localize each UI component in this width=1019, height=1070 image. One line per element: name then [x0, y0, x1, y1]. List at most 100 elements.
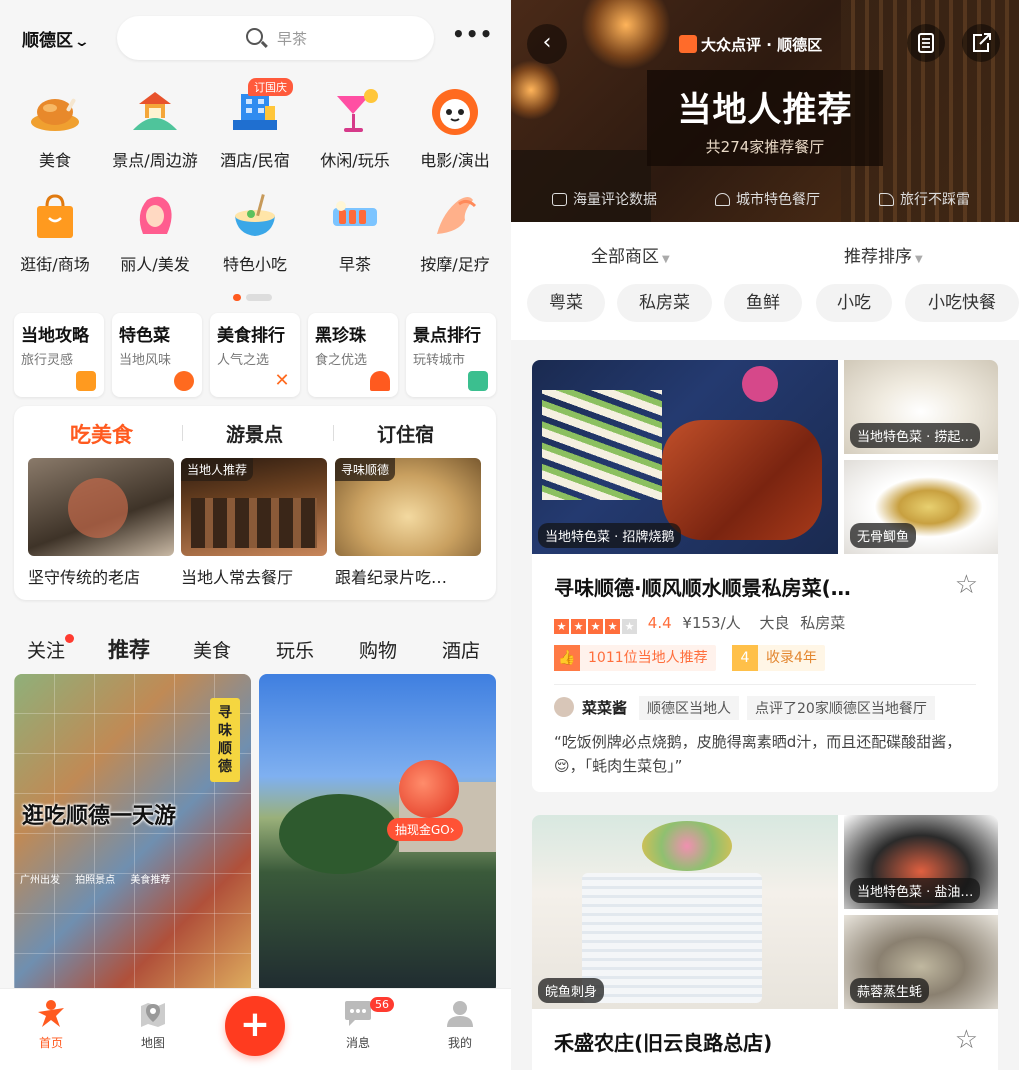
discover-card: 吃美食 游景点 订住宿 坚守传统的老店 当地人推荐 当地人常去餐厅 寻味顺德 跟…: [14, 406, 496, 600]
message-count-badge: 56: [370, 997, 394, 1012]
guide-card[interactable]: 当地攻略 旅行灵感: [14, 313, 104, 397]
favorite-star-icon[interactable]: ☆: [955, 570, 978, 600]
nav-map[interactable]: 地图: [123, 998, 183, 1051]
tab-recommend[interactable]: 推荐: [108, 634, 150, 668]
card-title: 景点排行: [413, 326, 481, 346]
rating-score: 4.4: [647, 614, 672, 632]
cuisine-pill[interactable]: 小吃: [816, 284, 892, 322]
thumbnail-caption[interactable]: 坚守传统的老店: [28, 564, 140, 588]
category-label: 按摩/足疗: [420, 255, 490, 274]
cuisine-pill[interactable]: 粤菜: [527, 284, 605, 322]
nav-home[interactable]: 首页: [21, 998, 81, 1051]
favorite-star-icon[interactable]: ☆: [955, 1025, 978, 1055]
search-icon: [246, 28, 263, 45]
tab-hotel[interactable]: 酒店: [442, 636, 480, 663]
category-label: 休闲/玩乐: [320, 151, 390, 170]
list-button[interactable]: [907, 24, 945, 62]
thumbnail-caption[interactable]: 跟着纪录片吃…: [335, 564, 447, 588]
thumbnail-tag: 当地人推荐: [181, 458, 254, 481]
share-button[interactable]: [962, 24, 1000, 62]
feature-travel: 旅行不踩雷: [879, 189, 970, 209]
pavilion-icon: [129, 86, 181, 138]
active-underline: [108, 662, 150, 668]
filter-bar: [511, 222, 1019, 340]
category-morning-tea[interactable]: 早茶: [305, 190, 405, 275]
nav-profile[interactable]: 我的: [430, 998, 490, 1051]
category-hotel[interactable]: 酒店/民宿: [205, 86, 305, 171]
red-packet-icon[interactable]: [399, 760, 459, 818]
add-post-button[interactable]: +: [225, 996, 285, 1056]
tab-follow[interactable]: 关注: [27, 634, 75, 663]
card-subtitle: 旅行灵感: [21, 353, 74, 368]
restaurant-card[interactable]: 当地特色菜 · 招牌烧鹅 当地特色菜 · 捞起… 无骨鲫鱼 寻味顺德·顺风顺水顺…: [532, 360, 998, 792]
cuisine-pill[interactable]: 小吃快餐: [905, 284, 1019, 322]
restaurant-card[interactable]: 皖鱼刺身 当地特色菜 · 盐油… 蒜蓉蒸生蚝 禾盛农庄(旧云良路总店) ☆: [532, 815, 998, 1070]
tab-stay[interactable]: 订住宿: [377, 420, 434, 447]
tab-sights[interactable]: 游景点: [226, 420, 283, 447]
image-label: 当地特色菜 · 盐油…: [850, 878, 981, 903]
rating-row: ★ ★ ★ ★ ★ 4.4 ¥153/人 大良 私房菜: [554, 612, 845, 634]
black-pearl-card[interactable]: 黑珍珠 食之优选: [308, 313, 398, 397]
search-placeholder: 早茶: [277, 30, 308, 48]
documentary-thumbnail[interactable]: 寻味顺德: [335, 458, 481, 556]
massage-hand-icon: [429, 190, 481, 242]
card-subtitle: 食之优选: [315, 353, 368, 368]
category-snacks[interactable]: 特色小吃: [205, 190, 305, 275]
feature-label: 海量评论数据: [573, 192, 657, 208]
category-shopping[interactable]: 逛街/商场: [5, 190, 105, 275]
claypot-photo: 当地特色菜 · 盐油…: [844, 815, 998, 909]
specialty-card[interactable]: 特色菜 当地风味: [112, 313, 202, 397]
old-shop-thumbnail[interactable]: [28, 458, 174, 556]
card-title: 黑珍珠: [315, 326, 366, 346]
feed-card-garden[interactable]: 抽现金GO›: [259, 674, 496, 994]
hotel-promo-badge: 订国庆: [248, 78, 293, 96]
category-leisure[interactable]: 休闲/玩乐: [305, 86, 405, 171]
tab-fun[interactable]: 玩乐: [276, 636, 314, 663]
dome-icon: [370, 371, 390, 391]
sort-filter[interactable]: 推荐排序 ▼: [844, 242, 923, 267]
more-options-icon[interactable]: •••: [452, 22, 493, 46]
review-quote: “吃饭例牌必点烧鹅，皮脆得离素晒d汁，而且还配碟酸甜酱，😌，「蚝肉生菜包」”: [554, 733, 962, 775]
page-indicator: [233, 287, 277, 306]
tab-shopping[interactable]: 购物: [359, 636, 397, 663]
card-subtitle: 人气之选: [217, 353, 270, 368]
category-label: 酒店/民宿: [220, 151, 290, 170]
reviewer-row: 菜菜酱 顺德区当地人 点评了20家顺德区当地餐厅: [554, 696, 943, 720]
caret-down-icon: ▼: [662, 254, 670, 265]
tab-food[interactable]: 美食: [193, 636, 231, 663]
cuisine-pill[interactable]: 鱼鲜: [724, 284, 802, 322]
local-restaurant-thumbnail[interactable]: 当地人推荐: [181, 458, 327, 556]
reviewer-name[interactable]: 菜菜酱: [582, 699, 627, 717]
card-subtitle: 玩转城市: [413, 353, 466, 368]
chip-label: 拍照景点: [75, 875, 116, 886]
local-recommend-screen: ‹ 大众点评 · 顺德区 当地人推荐 共274家推荐餐厅 海量评论数据 城市特色…: [511, 0, 1019, 1070]
feed-card-food-tour[interactable]: 寻味顺德 逛吃顺德一天游 广州出发 拍照景点 美食推荐: [14, 674, 251, 994]
map-pin-icon: [138, 998, 168, 1028]
category-food[interactable]: 美食: [5, 86, 105, 171]
back-button[interactable]: ‹: [527, 24, 567, 64]
category-scenic[interactable]: 景点/周边游: [105, 86, 205, 171]
brand-label: 大众点评 · 顺德区: [701, 36, 823, 54]
restaurant-name: 禾盛农庄(旧云良路总店): [554, 1031, 773, 1055]
nav-label: 消息: [345, 1036, 370, 1050]
cuisine-pill[interactable]: 私房菜: [617, 284, 712, 322]
cash-draw-button[interactable]: 抽现金GO›: [387, 818, 463, 841]
thumbnail-caption[interactable]: 当地人常去餐厅: [181, 564, 293, 588]
category-label: 电影/演出: [420, 151, 490, 170]
avatar[interactable]: [554, 697, 574, 717]
pavilion-small-icon: [468, 371, 488, 391]
divider: [182, 425, 183, 441]
food-ranking-card[interactable]: 美食排行 人气之选 ✕: [210, 313, 300, 397]
category-movie[interactable]: 电影/演出: [405, 86, 505, 171]
search-bar[interactable]: 早茶: [117, 16, 434, 60]
category-massage[interactable]: 按摩/足疗: [405, 190, 505, 275]
reviewer-tag: 顺德区当地人: [639, 696, 740, 720]
noodle-bowl-icon: [229, 190, 281, 242]
scenic-ranking-card[interactable]: 景点排行 玩转城市: [406, 313, 496, 397]
city-selector[interactable]: 顺德区⌄: [22, 26, 90, 51]
chat-bubble-icon: [343, 998, 373, 1028]
cocktail-icon: [329, 86, 381, 138]
area-filter[interactable]: 全部商区 ▼: [591, 242, 670, 267]
category-beauty[interactable]: 丽人/美发: [105, 190, 205, 275]
tab-eat[interactable]: 吃美食: [70, 419, 133, 449]
